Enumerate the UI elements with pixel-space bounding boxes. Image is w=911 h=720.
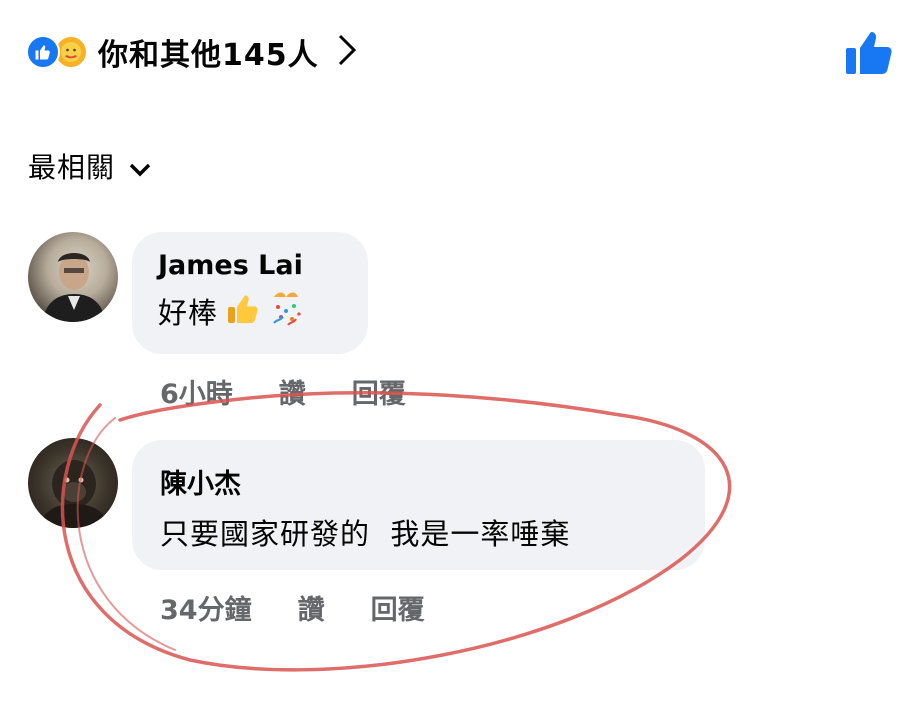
sort-dropdown[interactable]: 最相關 [28,146,151,186]
comment-text: 好棒 [158,296,219,330]
red-circle-annotation [60,390,732,672]
thumbs-up-icon [224,291,260,331]
comment-author[interactable]: James Lai [158,250,342,281]
comment-bubble[interactable]: James Lai 好棒 [132,232,368,354]
comment-actions: 34分鐘 讚 回覆 [160,588,425,627]
reaction-summary-text[interactable]: 你和其他145人 [98,30,319,74]
avatar[interactable] [28,438,118,528]
comment-bubble[interactable]: 陳小杰 只要國家研發的 我是一率唾棄 [132,440,705,570]
comment-timestamp[interactable]: 6小時 [160,372,233,411]
comment-timestamp[interactable]: 34分鐘 [160,588,252,627]
sort-label: 最相關 [28,151,116,184]
reply-link[interactable]: 回覆 [352,372,406,411]
like-link[interactable]: 讚 [298,588,325,627]
comment-author[interactable]: 陳小杰 [160,462,677,501]
reply-link[interactable]: 回覆 [371,588,425,627]
party-popper-icon [266,289,306,333]
comment-actions: 6小時 讚 回覆 [160,372,406,411]
like-reaction-icon [26,35,60,69]
chevron-right-icon[interactable] [337,33,357,71]
chevron-down-icon [129,151,151,184]
comment-text: 只要國家研發的 我是一率唾棄 [160,517,571,551]
avatar[interactable] [28,232,118,322]
like-button-icon[interactable] [844,30,894,80]
reactions-summary[interactable]: 你和其他145人 [26,30,357,74]
like-link[interactable]: 讚 [279,372,306,411]
